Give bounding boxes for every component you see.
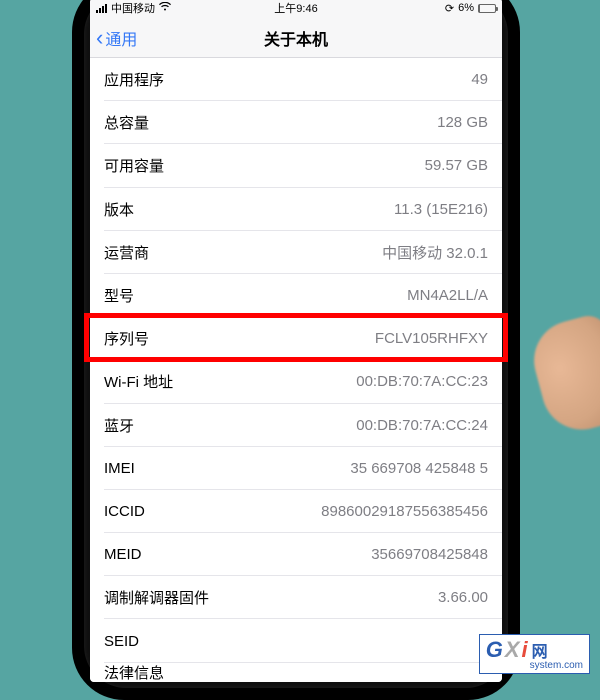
status-right: ⟳ 6% <box>445 2 496 15</box>
table-row: 型号 MN4A2LL/A <box>90 274 502 317</box>
table-row: MEID 35669708425848 <box>90 533 502 576</box>
row-value: 128 GB <box>437 114 488 131</box>
row-label: 法律信息 <box>104 662 164 682</box>
screen: 中国移动 上午9:46 ⟳ 6% ‹ 通用 关于本机 <box>90 0 502 682</box>
row-label: 调制解调器固件 <box>104 587 209 608</box>
phone-bezel: 中国移动 上午9:46 ⟳ 6% ‹ 通用 关于本机 <box>84 0 508 688</box>
row-value: 中国移动 32.0.1 <box>382 242 488 263</box>
row-value: 35669708425848 <box>371 546 488 563</box>
wifi-icon <box>159 2 171 14</box>
row-value: 89860029187556385456 <box>321 503 488 520</box>
back-button[interactable]: ‹ 通用 <box>90 26 137 50</box>
table-row: 蓝牙 00:DB:70:7A:CC:24 <box>90 404 502 447</box>
row-label: Wi-Fi 地址 <box>104 371 173 392</box>
table-row: 运营商 中国移动 32.0.1 <box>90 231 502 274</box>
row-label: MEID <box>104 546 142 563</box>
row-label: 运营商 <box>104 242 149 263</box>
row-value: 3.66.00 <box>438 589 488 606</box>
row-label: 可用容量 <box>104 155 164 176</box>
row-label: ICCID <box>104 503 145 520</box>
table-row: 调制解调器固件 3.66.00 <box>90 576 502 619</box>
table-row: ICCID 89860029187556385456 <box>90 490 502 533</box>
row-value: 49 <box>471 71 488 88</box>
carrier-label: 中国移动 <box>111 0 155 16</box>
row-value: 35 669708 425848 5 <box>350 460 488 477</box>
finger <box>525 312 600 439</box>
table-row: Wi-Fi 地址 00:DB:70:7A:CC:23 <box>90 360 502 403</box>
table-row: 应用程序 49 <box>90 58 502 101</box>
nav-bar: ‹ 通用 关于本机 <box>90 18 502 58</box>
table-row[interactable]: 法律信息 <box>90 663 502 682</box>
row-value: 59.57 GB <box>425 157 488 174</box>
row-label: 版本 <box>104 199 134 220</box>
table-row: 总容量 128 GB <box>90 101 502 144</box>
table-row: 序列号 FCLV105RHFXY <box>90 317 502 360</box>
status-time: 上午9:46 <box>274 0 317 16</box>
watermark: GXi 网 system.com <box>479 634 590 674</box>
battery-icon <box>478 4 496 13</box>
row-label: 总容量 <box>104 112 149 133</box>
chevron-left-icon: ‹ <box>96 27 103 49</box>
table-row: 版本 11.3 (15E216) <box>90 188 502 231</box>
row-value: FCLV105RHFXY <box>375 330 488 347</box>
row-value: 00:DB:70:7A:CC:23 <box>356 373 488 390</box>
row-value: 00:DB:70:7A:CC:24 <box>356 417 488 434</box>
row-label: 蓝牙 <box>104 415 134 436</box>
settings-list[interactable]: 应用程序 49 总容量 128 GB 可用容量 59.57 GB 版本 11.3 (15E21… <box>90 58 502 682</box>
status-bar: 中国移动 上午9:46 ⟳ 6% <box>90 0 502 18</box>
back-label: 通用 <box>105 26 137 50</box>
row-label: 应用程序 <box>104 69 164 90</box>
row-label: 型号 <box>104 285 134 306</box>
row-label: 序列号 <box>104 328 149 349</box>
phone-frame: 中国移动 上午9:46 ⟳ 6% ‹ 通用 关于本机 <box>72 0 520 700</box>
row-value: 11.3 (15E216) <box>394 201 488 218</box>
table-row: 可用容量 59.57 GB <box>90 144 502 187</box>
battery-percent: 6% <box>458 2 474 14</box>
row-label: SEID <box>104 633 139 650</box>
row-value: MN4A2LL/A <box>407 287 488 304</box>
signal-icon <box>96 4 107 13</box>
status-left: 中国移动 <box>96 0 171 16</box>
table-row: IMEI 35 669708 425848 5 <box>90 447 502 490</box>
nav-title: 关于本机 <box>264 26 328 50</box>
rotation-lock-icon: ⟳ <box>445 2 454 15</box>
table-row[interactable]: SEID› <box>90 619 502 662</box>
row-label: IMEI <box>104 460 135 477</box>
